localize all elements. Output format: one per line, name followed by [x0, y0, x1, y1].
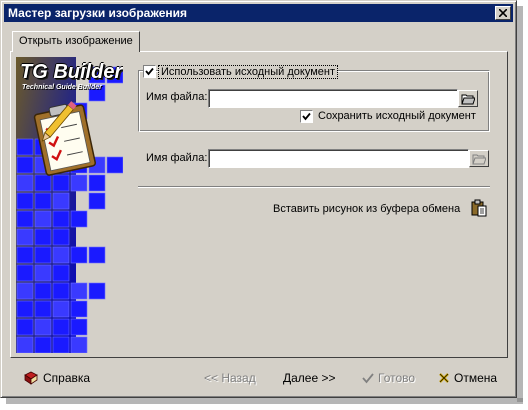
title-bar[interactable]: Мастер загрузки изображения: [4, 4, 513, 22]
mosaic-tile: [52, 282, 70, 300]
mosaic-tile: [16, 138, 34, 156]
target-filename-label: Имя файла:: [146, 152, 208, 164]
mosaic-tile: [34, 192, 52, 210]
paste-clipboard-button[interactable]: [470, 199, 488, 220]
mosaic-tile: [16, 192, 34, 210]
clipboard-paste-icon: [471, 199, 487, 217]
tab-open-image-label: Открыть изображение: [19, 35, 133, 47]
side-graphic-art: [16, 57, 123, 353]
mosaic-tile: [16, 210, 34, 228]
source-filename-field[interactable]: [208, 89, 458, 108]
mosaic-tile: [52, 174, 70, 192]
mosaic-tile: [16, 228, 34, 246]
checkmark-icon: [362, 373, 374, 384]
mosaic-tile: [16, 156, 34, 174]
mosaic-tile: [34, 210, 52, 228]
target-filename-input[interactable]: [209, 150, 468, 167]
mosaic-tile: [16, 174, 34, 192]
mosaic-tile: [16, 318, 34, 336]
finish-button[interactable]: Готово: [362, 368, 415, 388]
save-original-label[interactable]: Сохранить исходный документ: [318, 110, 476, 122]
window-title: Мастер загрузки изображения: [8, 6, 187, 20]
checkmark-icon: [145, 67, 154, 76]
source-browse-button[interactable]: [458, 90, 478, 107]
next-button[interactable]: Далее >>: [283, 368, 336, 388]
cancel-label: Отмена: [454, 371, 498, 385]
cancel-button[interactable]: Отмена: [438, 368, 497, 388]
mosaic-tile: [70, 210, 88, 228]
tab-open-image[interactable]: Открыть изображение: [12, 31, 140, 52]
back-button[interactable]: << Назад: [204, 368, 256, 388]
use-original-label[interactable]: Использовать исходный документ: [158, 65, 338, 79]
wizard-side-graphic: TG Builder Technical Guide Builder: [16, 57, 123, 353]
mosaic-tile: [52, 228, 70, 246]
mosaic-tile: [88, 282, 106, 300]
mosaic-tile: [52, 192, 70, 210]
close-button[interactable]: [495, 6, 511, 20]
mosaic-tile: [16, 264, 34, 282]
source-filename-label: Имя файла:: [146, 91, 208, 103]
mosaic-tile: [88, 246, 106, 264]
mosaic-tile: [70, 282, 88, 300]
mosaic-tile: [34, 174, 52, 192]
mosaic-tile: [34, 264, 52, 282]
mosaic-tile: [16, 300, 34, 318]
finish-label: Готово: [378, 371, 416, 385]
cancel-x-icon: [439, 373, 449, 383]
window-shadow-bottom: [6, 398, 523, 404]
paste-from-clipboard-label[interactable]: Вставить рисунок из буфера обмена: [273, 203, 460, 215]
source-filename-input[interactable]: [209, 90, 457, 107]
mosaic-tile: [70, 246, 88, 264]
help-button[interactable]: Справка: [23, 368, 90, 388]
use-original-checkbox[interactable]: [143, 65, 156, 78]
mosaic-tile: [34, 282, 52, 300]
mosaic-tile: [52, 210, 70, 228]
logo-subtitle: Technical Guide Builder: [22, 84, 102, 91]
target-browse-button: [469, 150, 489, 167]
mosaic-tile: [34, 336, 52, 353]
save-original-checkbox[interactable]: [300, 110, 313, 123]
mosaic-tile: [52, 336, 70, 353]
mosaic-tile: [70, 174, 88, 192]
checkmark-icon: [302, 112, 311, 121]
mosaic-tile: [16, 336, 34, 353]
help-label: Справка: [43, 371, 91, 385]
folder-open-icon: [472, 154, 486, 165]
separator-line: [138, 186, 490, 188]
mosaic-tile: [70, 300, 88, 318]
window-shadow-right: [517, 6, 523, 402]
mosaic-tile: [52, 300, 70, 318]
mosaic-tile: [34, 246, 52, 264]
mosaic-tile: [16, 246, 34, 264]
mosaic-tile: [52, 264, 70, 282]
help-book-icon: [24, 371, 38, 385]
logo-title: TG Builder: [20, 61, 123, 83]
folder-open-icon: [461, 94, 475, 105]
mosaic-tile: [52, 318, 70, 336]
target-filename-field[interactable]: [208, 149, 469, 168]
mosaic-tile: [88, 174, 106, 192]
mosaic-tile: [34, 300, 52, 318]
mosaic-tile: [52, 246, 70, 264]
mosaic-tile: [70, 318, 88, 336]
next-label: Далее >>: [283, 371, 336, 385]
mosaic-tile: [16, 282, 34, 300]
mosaic-tile: [88, 192, 106, 210]
mosaic-tile: [34, 318, 52, 336]
mosaic-tile: [106, 156, 123, 174]
back-label: << Назад: [204, 371, 256, 385]
mosaic-tile: [34, 228, 52, 246]
close-icon: [499, 9, 507, 17]
mosaic-tile: [70, 336, 88, 353]
